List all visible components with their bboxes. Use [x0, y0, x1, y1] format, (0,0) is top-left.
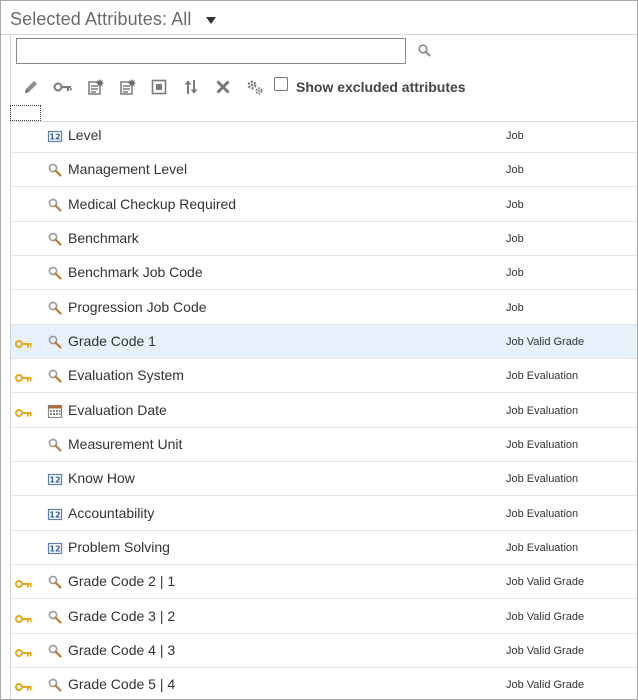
attribute-object: Job Evaluation: [506, 473, 579, 486]
new-attribute-alt-icon[interactable]: [117, 75, 137, 99]
svg-text:12: 12: [49, 544, 60, 553]
lookup-icon: [47, 643, 63, 659]
show-excluded-label[interactable]: Show excluded attributes: [296, 79, 466, 95]
lookup-icon: [47, 300, 63, 316]
attribute-object: Job Valid Grade: [506, 644, 585, 657]
key-icon: [15, 405, 33, 417]
caret-down-icon[interactable]: [205, 16, 216, 24]
table-row[interactable]: Measurement Unit Job Evaluation: [11, 428, 637, 462]
attribute-name: Problem Solving: [68, 538, 170, 555]
attribute-name: Medical Checkup Required: [68, 195, 237, 212]
show-excluded-checkbox[interactable]: [274, 77, 288, 91]
key-icon: [15, 576, 33, 589]
table-row[interactable]: Grade Code 3 | 2 Job Valid Grade: [11, 600, 637, 634]
svg-text:12: 12: [49, 133, 60, 142]
sort-icon[interactable]: [181, 75, 201, 99]
key-icon: [15, 611, 33, 623]
search-icon[interactable]: [417, 43, 435, 61]
attribute-name: Evaluation System: [68, 367, 184, 384]
lookup-icon: [47, 231, 63, 247]
table-row[interactable]: Grade Code 5 | 4 Job Valid Grade: [11, 668, 637, 699]
attribute-object: Job Evaluation: [506, 541, 579, 554]
table-row[interactable]: Progression Job Code Job: [11, 291, 637, 325]
settings-icon[interactable]: [245, 75, 265, 99]
table-row[interactable]: Benchmark Job: [11, 222, 637, 256]
attribute-object: Job: [506, 301, 524, 314]
key-icon: [15, 679, 33, 692]
lookup-icon: [47, 677, 63, 693]
attribute-name: Grade Code 4 | 3: [68, 641, 176, 658]
attribute-object: Job: [506, 232, 524, 245]
attribute-name: Benchmark: [68, 229, 139, 246]
table-row[interactable]: 12 Problem Solving Job Evaluation: [11, 531, 637, 565]
table-row[interactable]: 12 Know How Job Evaluation: [11, 462, 637, 497]
attribute-name: Benchmark Job Code: [68, 264, 203, 281]
attribute-object: Job: [506, 198, 524, 211]
table-row[interactable]: Evaluation Date Job Evaluation: [11, 394, 637, 428]
calendar-icon: [47, 403, 63, 419]
attribute-filter-dropdown[interactable]: Selected Attributes: All: [10, 7, 216, 31]
panel-title: Selected Attributes: All: [10, 8, 192, 29]
attribute-object: Job Valid Grade: [506, 610, 585, 623]
attributes-panel: Selected Attributes: All Show excluded a…: [0, 0, 638, 700]
attribute-name: Grade Code 2 | 1: [68, 573, 176, 590]
select-box-icon[interactable]: [149, 75, 169, 99]
lookup-icon: [47, 334, 63, 350]
table-row[interactable]: Evaluation System Job Evaluation: [11, 359, 637, 394]
attribute-name: Grade Code 3 | 2: [68, 607, 176, 624]
number-icon: 12: [47, 128, 63, 144]
svg-text:12: 12: [49, 510, 60, 519]
table-row[interactable]: Grade Code 4 | 3 Job Valid Grade: [11, 634, 637, 668]
lookup-icon: [47, 162, 63, 178]
attribute-name: Grade Code 1: [68, 332, 156, 349]
table-row[interactable]: Medical Checkup Required Job: [11, 188, 637, 222]
lookup-icon: [47, 265, 63, 281]
number-icon: 12: [47, 506, 63, 522]
attribute-object: Job Evaluation: [506, 370, 579, 383]
attribute-name: Know How: [68, 470, 135, 487]
attribute-name: Grade Code 5 | 4: [68, 676, 176, 693]
table-row[interactable]: Grade Code 2 | 1 Job Valid Grade: [11, 565, 637, 600]
attribute-name: Progression Job Code: [68, 298, 207, 315]
key-icon: [15, 645, 33, 657]
table-row[interactable]: Benchmark Job Code Job: [11, 256, 637, 291]
lookup-icon: [47, 574, 63, 590]
attribute-name: Level: [68, 127, 102, 143]
attribute-name: Accountability: [68, 504, 155, 521]
key-icon[interactable]: [53, 75, 73, 99]
attribute-object: Job Evaluation: [506, 404, 579, 417]
divider: [1, 34, 637, 35]
attribute-name: Management Level: [68, 161, 188, 178]
search-input[interactable]: [16, 38, 406, 64]
attribute-object: Job Valid Grade: [506, 576, 585, 589]
new-attribute-icon[interactable]: [85, 75, 105, 99]
key-icon: [15, 336, 33, 348]
table-row[interactable]: Management Level Job: [11, 153, 637, 188]
attribute-object: Job: [506, 164, 524, 177]
lookup-icon: [47, 609, 63, 625]
table-row[interactable]: 12 Level Job: [11, 119, 637, 153]
edit-icon[interactable]: [21, 75, 41, 99]
svg-text:12: 12: [49, 476, 60, 485]
number-icon: 12: [47, 471, 63, 487]
lookup-icon: [47, 368, 63, 384]
attribute-name: Measurement Unit: [68, 435, 183, 452]
attribute-name: Evaluation Date: [68, 401, 167, 418]
table-row[interactable]: 12 Accountability Job Evaluation: [11, 497, 637, 531]
delete-icon[interactable]: [213, 75, 233, 99]
number-icon: 12: [47, 540, 63, 556]
attribute-object: Job: [506, 130, 524, 142]
attribute-object: Job: [506, 267, 524, 280]
lookup-icon: [47, 197, 63, 213]
key-icon: [15, 370, 33, 383]
attribute-object: Job Evaluation: [506, 438, 579, 451]
attribute-object: Job Evaluation: [506, 507, 579, 520]
attribute-object: Job Valid Grade: [506, 335, 585, 348]
lookup-icon: [47, 437, 63, 453]
attribute-object: Job Valid Grade: [506, 679, 585, 692]
table-row[interactable]: Grade Code 1 Job Valid Grade: [11, 324, 637, 359]
